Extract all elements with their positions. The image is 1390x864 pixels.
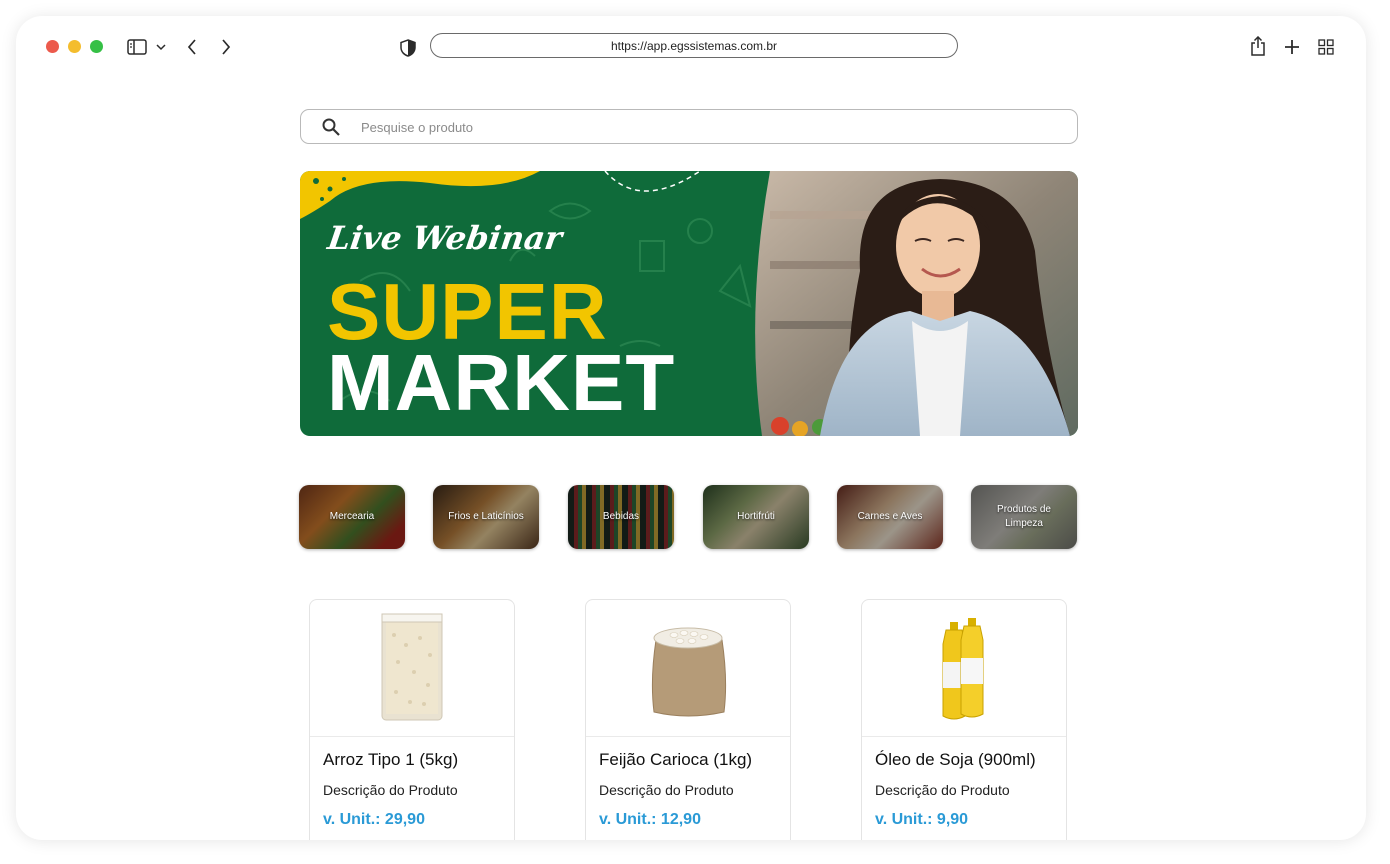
- product-card-oleo[interactable]: Óleo de Soja (900ml) Descrição do Produt…: [861, 599, 1067, 840]
- category-produtos-limpeza[interactable]: Produtos de Limpeza: [971, 485, 1077, 549]
- shield-icon: [399, 38, 417, 58]
- category-label: Frios e Laticínios: [448, 511, 524, 522]
- category-carnes-aves[interactable]: Carnes e Aves: [837, 485, 943, 549]
- close-window-button[interactable]: [46, 40, 59, 53]
- product-card-arroz[interactable]: Arroz Tipo 1 (5kg) Descrição do Produto …: [309, 599, 515, 840]
- product-card-feijao[interactable]: Feijão Carioca (1kg) Descrição do Produt…: [585, 599, 791, 840]
- banner-headline-market: MARKET: [327, 338, 676, 427]
- category-label: Carnes e Aves: [857, 511, 923, 522]
- product-name: Feijão Carioca (1kg): [599, 750, 753, 769]
- product-image: [586, 600, 790, 737]
- address-bar[interactable]: https://app.egssistemas.com.br: [430, 33, 958, 58]
- banner-subtitle: Live Webinar: [325, 219, 565, 257]
- oil-bottles-image: [942, 618, 984, 720]
- tab-overview-grid-icon[interactable]: [1316, 37, 1336, 57]
- search-icon: [321, 117, 341, 137]
- chevron-down-icon[interactable]: [154, 40, 168, 54]
- browser-window: https://app.egssistemas.com.br Pesquise …: [16, 16, 1366, 840]
- sidebar-toggle-icon[interactable]: [126, 37, 148, 57]
- product-price: v. Unit.: 29,90: [323, 811, 425, 828]
- product-description: Descrição do Produto: [599, 782, 734, 798]
- promo-banner[interactable]: Live Webinar SUPER MARKET: [300, 171, 1078, 436]
- category-label: Produtos de Limpeza: [997, 504, 1051, 529]
- product-description: Descrição do Produto: [875, 782, 1010, 798]
- product-name: Arroz Tipo 1 (5kg): [323, 750, 459, 769]
- product-name: Óleo de Soja (900ml): [875, 750, 1036, 769]
- product-description: Descrição do Produto: [323, 782, 458, 798]
- product-price: v. Unit.: 9,90: [875, 811, 969, 828]
- category-label: Mercearia: [329, 511, 375, 522]
- product-image: [862, 600, 1066, 737]
- rice-bag-image: [381, 613, 443, 721]
- category-bebidas[interactable]: Bebidas: [568, 485, 674, 549]
- forward-arrow-icon[interactable]: [218, 36, 234, 58]
- category-label: Bebidas: [602, 511, 640, 522]
- minimize-window-button[interactable]: [68, 40, 81, 53]
- category-hortifruti[interactable]: Hortifrúti: [703, 485, 809, 549]
- address-bar-url: https://app.egssistemas.com.br: [610, 38, 778, 53]
- back-arrow-icon[interactable]: [184, 36, 200, 58]
- share-icon[interactable]: [1248, 35, 1268, 57]
- product-image: [310, 600, 514, 737]
- product-search-bar[interactable]: [300, 109, 1078, 144]
- new-tab-plus-icon[interactable]: [1282, 37, 1302, 57]
- search-input[interactable]: [359, 110, 1043, 144]
- beans-sack-image: [651, 627, 727, 717]
- product-price: v. Unit.: 12,90: [599, 811, 701, 828]
- category-frios-laticinios[interactable]: Frios e Laticínios: [433, 485, 539, 549]
- zoom-window-button[interactable]: [90, 40, 103, 53]
- category-label: Hortifrúti: [737, 511, 775, 522]
- category-mercearia[interactable]: Mercearia: [299, 485, 405, 549]
